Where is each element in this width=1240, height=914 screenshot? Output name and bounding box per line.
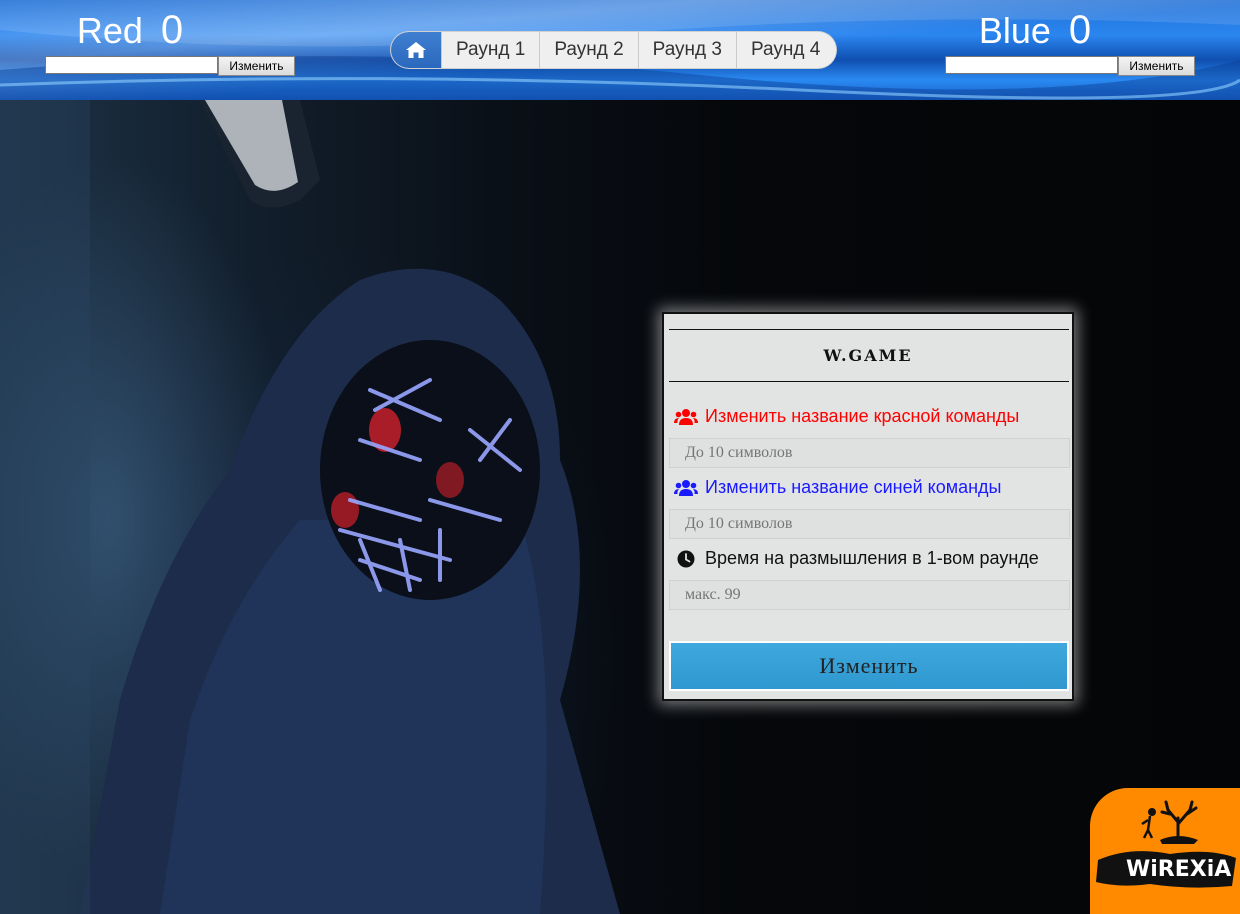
top-bar: Red 0 Изменить Раунд 1 Раунд 2 Раунд 3 Р… <box>0 0 1240 100</box>
settings-panel: W.GAME Изменить название красной команды… <box>662 312 1074 701</box>
time-label-row: Время на размышления в 1-вом раунде <box>674 548 1039 569</box>
red-team-name-input[interactable] <box>45 56 218 74</box>
tab-round-2[interactable]: Раунд 2 <box>539 32 638 68</box>
users-icon <box>674 407 698 427</box>
red-team-label: Изменить название красной команды <box>705 406 1020 426</box>
blue-team-name-input[interactable] <box>945 56 1118 74</box>
divider <box>669 381 1069 382</box>
blue-team-label: Изменить название синей команды <box>705 477 1002 497</box>
round-nav: Раунд 1 Раунд 2 Раунд 3 Раунд 4 <box>391 32 837 68</box>
home-button[interactable] <box>391 32 441 68</box>
time-field[interactable] <box>669 580 1070 610</box>
logo-image: WiREXiA <box>1096 800 1236 888</box>
red-team-change-button[interactable]: Изменить <box>218 56 295 76</box>
red-team-score: 0 <box>160 8 184 52</box>
blue-team-change-button[interactable]: Изменить <box>1118 56 1195 76</box>
red-team-name: Red <box>76 10 143 51</box>
wirexia-logo[interactable]: WiREXiA <box>1090 788 1240 914</box>
tab-round-3[interactable]: Раунд 3 <box>637 32 736 68</box>
blue-team-name-field[interactable] <box>669 509 1070 539</box>
blue-team-label-row: Изменить название синей команды <box>674 477 1002 498</box>
blue-team-block: Blue 0 Изменить <box>945 6 1205 76</box>
red-team-name-field[interactable] <box>669 438 1070 468</box>
home-icon <box>406 42 426 58</box>
logo-text: WiREXiA <box>1126 857 1231 882</box>
blue-team-name: Blue <box>978 10 1051 51</box>
red-team-label-row: Изменить название красной команды <box>674 406 1019 427</box>
clock-icon <box>674 549 698 569</box>
submit-button[interactable]: Изменить <box>669 641 1069 691</box>
tab-round-1[interactable]: Раунд 1 <box>441 32 540 68</box>
users-icon <box>674 478 698 498</box>
divider <box>669 329 1069 330</box>
red-team-block: Red 0 Изменить <box>45 6 305 76</box>
panel-title: W.GAME <box>823 346 913 365</box>
tab-round-4[interactable]: Раунд 4 <box>735 32 837 68</box>
time-label: Время на размышления в 1-вом раунде <box>705 548 1039 568</box>
blue-team-score: 0 <box>1068 8 1092 52</box>
